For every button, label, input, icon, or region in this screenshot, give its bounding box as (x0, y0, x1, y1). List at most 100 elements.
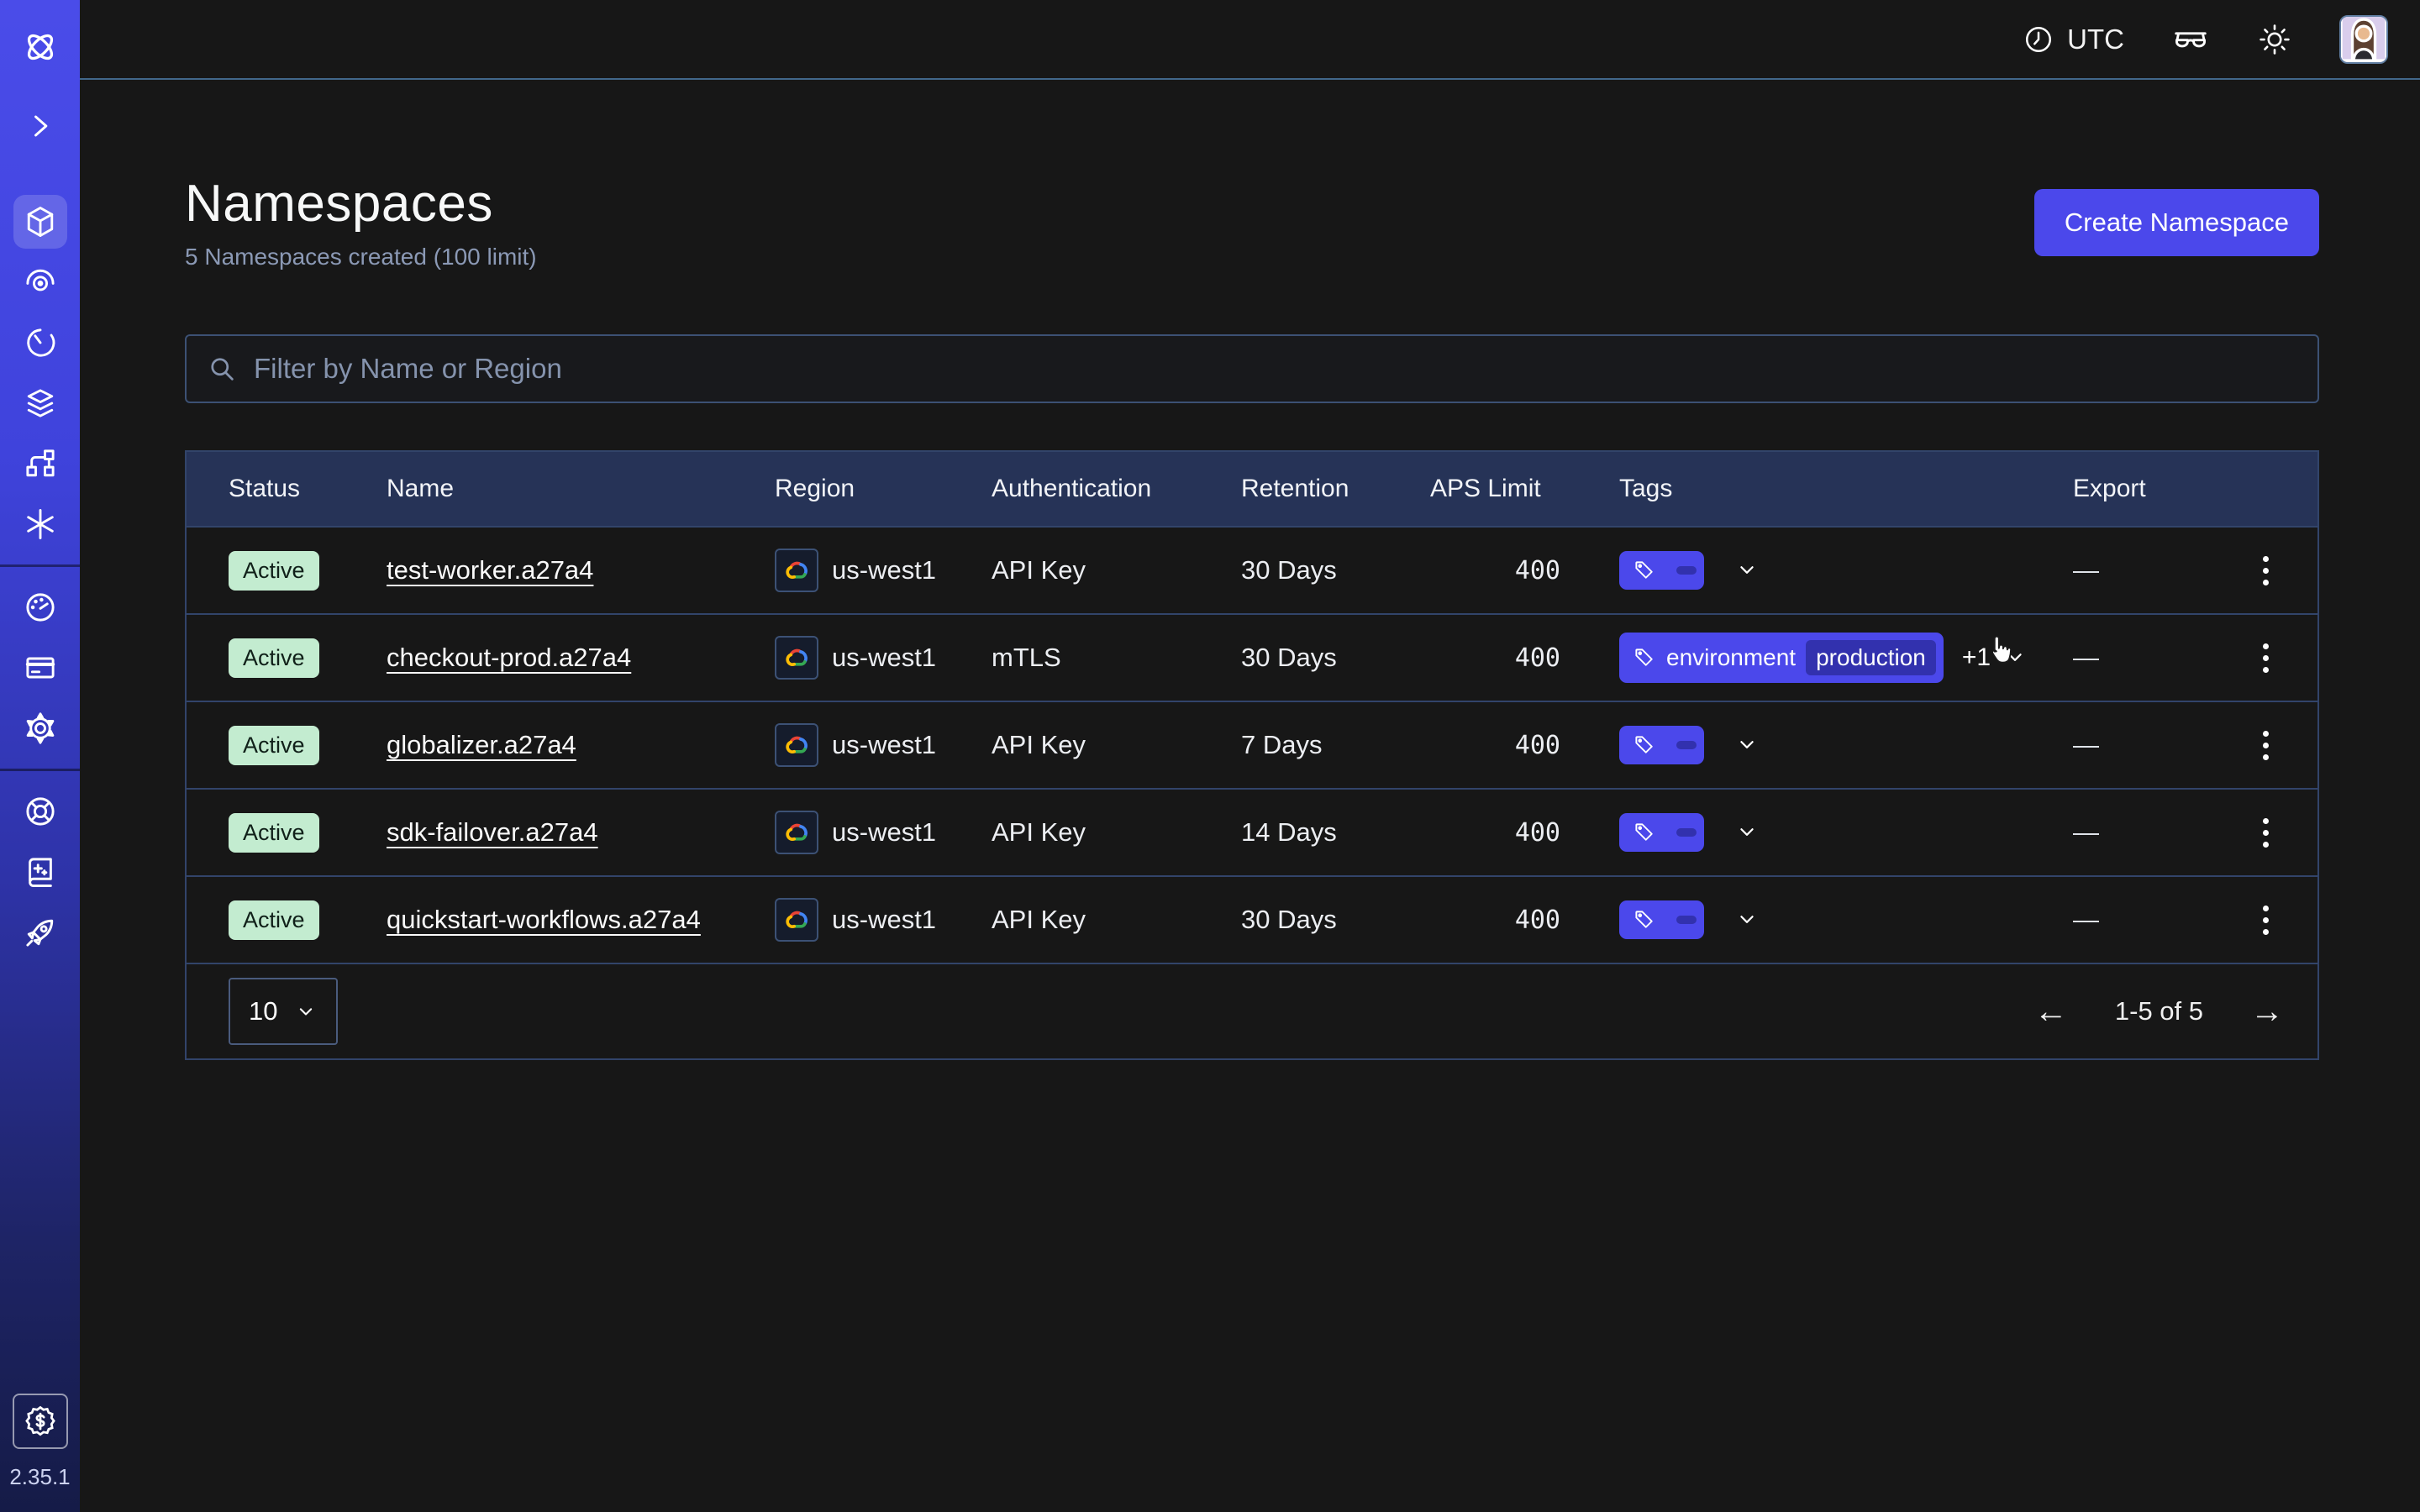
chevron-down-icon (2002, 645, 2028, 670)
branch-icon (22, 445, 59, 482)
tag-value (1676, 566, 1697, 575)
tags-more-count: +1 (1962, 643, 1991, 672)
row-menu-button[interactable] (2247, 895, 2284, 945)
badge-dollar-icon (22, 1403, 59, 1440)
user-avatar[interactable] (2339, 15, 2388, 64)
app-version: 2.35.1 (9, 1464, 70, 1490)
filter-input[interactable] (252, 352, 2297, 386)
tag-pill[interactable] (1619, 726, 1704, 764)
labs-toggle[interactable] (2171, 20, 2210, 59)
sidebar-item-schedules[interactable] (13, 316, 67, 370)
tag-pill[interactable] (1619, 551, 1704, 590)
create-namespace-button[interactable]: Create Namespace (2034, 189, 2319, 256)
tags-more-toggle[interactable] (1723, 907, 1760, 932)
plan-button[interactable] (13, 1394, 68, 1449)
col-authentication: Authentication (992, 475, 1241, 503)
tags-more-toggle[interactable] (1723, 558, 1760, 583)
rocket-icon (22, 914, 59, 951)
gear-icon (22, 710, 59, 747)
gcp-region-icon (775, 723, 818, 767)
credit-card-icon (22, 649, 59, 686)
region-label: us-west1 (832, 905, 936, 935)
gcp-region-icon (775, 549, 818, 592)
authentication-value: API Key (992, 730, 1241, 760)
row-menu-button[interactable] (2247, 807, 2284, 858)
prev-page-button[interactable]: ← (2034, 995, 2068, 1028)
page-subtitle: 5 Namespaces created (100 limit) (185, 244, 537, 270)
glasses-icon (2171, 20, 2210, 59)
aps-limit-value: 400 (1430, 643, 1619, 673)
row-menu-button[interactable] (2247, 545, 2284, 596)
sidebar-item-support[interactable] (13, 785, 67, 838)
sidebar-item-batch[interactable] (13, 497, 67, 551)
theme-toggle[interactable] (2257, 22, 2292, 57)
sidebar-item-nexus[interactable] (13, 437, 67, 491)
temporal-logo[interactable] (13, 20, 67, 74)
export-value: — (2073, 730, 2208, 760)
sidebar-item-settings[interactable] (13, 701, 67, 755)
tags-more-toggle[interactable] (1723, 820, 1760, 845)
retention-value: 30 Days (1241, 643, 1430, 673)
sidebar-expand-button[interactable] (13, 99, 67, 153)
col-status: Status (229, 475, 387, 503)
col-aps-limit: APS Limit (1430, 475, 1619, 503)
status-badge: Active (229, 638, 319, 678)
tags-cell (1619, 813, 2073, 852)
page-size-select[interactable]: 10 (229, 978, 338, 1045)
aps-limit-value: 400 (1430, 556, 1619, 585)
tag-icon (1633, 646, 1656, 669)
status-badge: Active (229, 900, 319, 940)
sidebar-item-usage[interactable] (13, 580, 67, 634)
namespaces-page: { "topbar": { "timezone_label": "UTC", "… (0, 0, 2420, 1512)
timezone-selector[interactable]: UTC (2022, 23, 2124, 56)
row-menu-button[interactable] (2247, 720, 2284, 770)
export-value: — (2073, 817, 2208, 848)
namespace-link[interactable]: test-worker.a27a4 (387, 555, 593, 585)
sidebar-item-docs[interactable] (13, 845, 67, 899)
sidebar-item-insights[interactable] (13, 255, 67, 309)
tag-icon (1633, 908, 1656, 932)
retention-value: 7 Days (1241, 730, 1430, 760)
sidebar-item-billing[interactable] (13, 641, 67, 695)
namespace-link[interactable]: sdk-failover.a27a4 (387, 817, 598, 847)
namespace-link[interactable]: checkout-prod.a27a4 (387, 643, 631, 672)
authentication-value: API Key (992, 817, 1241, 848)
status-badge: Active (229, 551, 319, 591)
region-label: us-west1 (832, 817, 936, 848)
radar-icon (22, 264, 59, 301)
page-title: Namespaces (185, 174, 537, 234)
status-badge: Active (229, 813, 319, 853)
authentication-value: API Key (992, 555, 1241, 585)
asterisk-icon (22, 506, 59, 543)
retention-value: 30 Days (1241, 905, 1430, 935)
table-row: Active sdk-failover.a27a4 us-west1 API K… (187, 788, 2317, 875)
topbar: UTC (80, 0, 2420, 80)
tags-more-toggle[interactable]: +1 (1962, 643, 2028, 672)
gcp-region-icon (775, 636, 818, 680)
export-value: — (2073, 905, 2208, 935)
tag-icon (1633, 821, 1656, 844)
col-name: Name (387, 475, 775, 503)
table-row: Active globalizer.a27a4 us-west1 API Key… (187, 701, 2317, 788)
namespace-link[interactable]: globalizer.a27a4 (387, 730, 576, 759)
sidebar-item-namespaces[interactable] (13, 195, 67, 249)
authentication-value: mTLS (992, 643, 1241, 673)
row-menu-button[interactable] (2247, 633, 2284, 683)
namespace-link[interactable]: quickstart-workflows.a27a4 (387, 905, 701, 934)
sidebar-divider (0, 769, 80, 771)
sidebar: 2.35.1 (0, 0, 80, 1512)
next-page-button[interactable]: → (2250, 995, 2284, 1028)
tags-cell: environment production +1 (1619, 633, 2073, 683)
tag-pill[interactable] (1619, 900, 1704, 939)
sidebar-item-deployments[interactable] (13, 376, 67, 430)
tag-value (1676, 916, 1697, 924)
filter-bar (185, 334, 2319, 403)
gcp-region-icon (775, 898, 818, 942)
tag-pill[interactable] (1619, 813, 1704, 852)
sidebar-item-getting-started[interactable] (13, 906, 67, 959)
region-label: us-west1 (832, 643, 936, 673)
tag-pill[interactable]: environment production (1619, 633, 1944, 683)
col-tags: Tags (1619, 475, 2073, 503)
table-footer: 10 ← 1-5 of 5 → (187, 963, 2317, 1058)
tags-more-toggle[interactable] (1723, 732, 1760, 758)
